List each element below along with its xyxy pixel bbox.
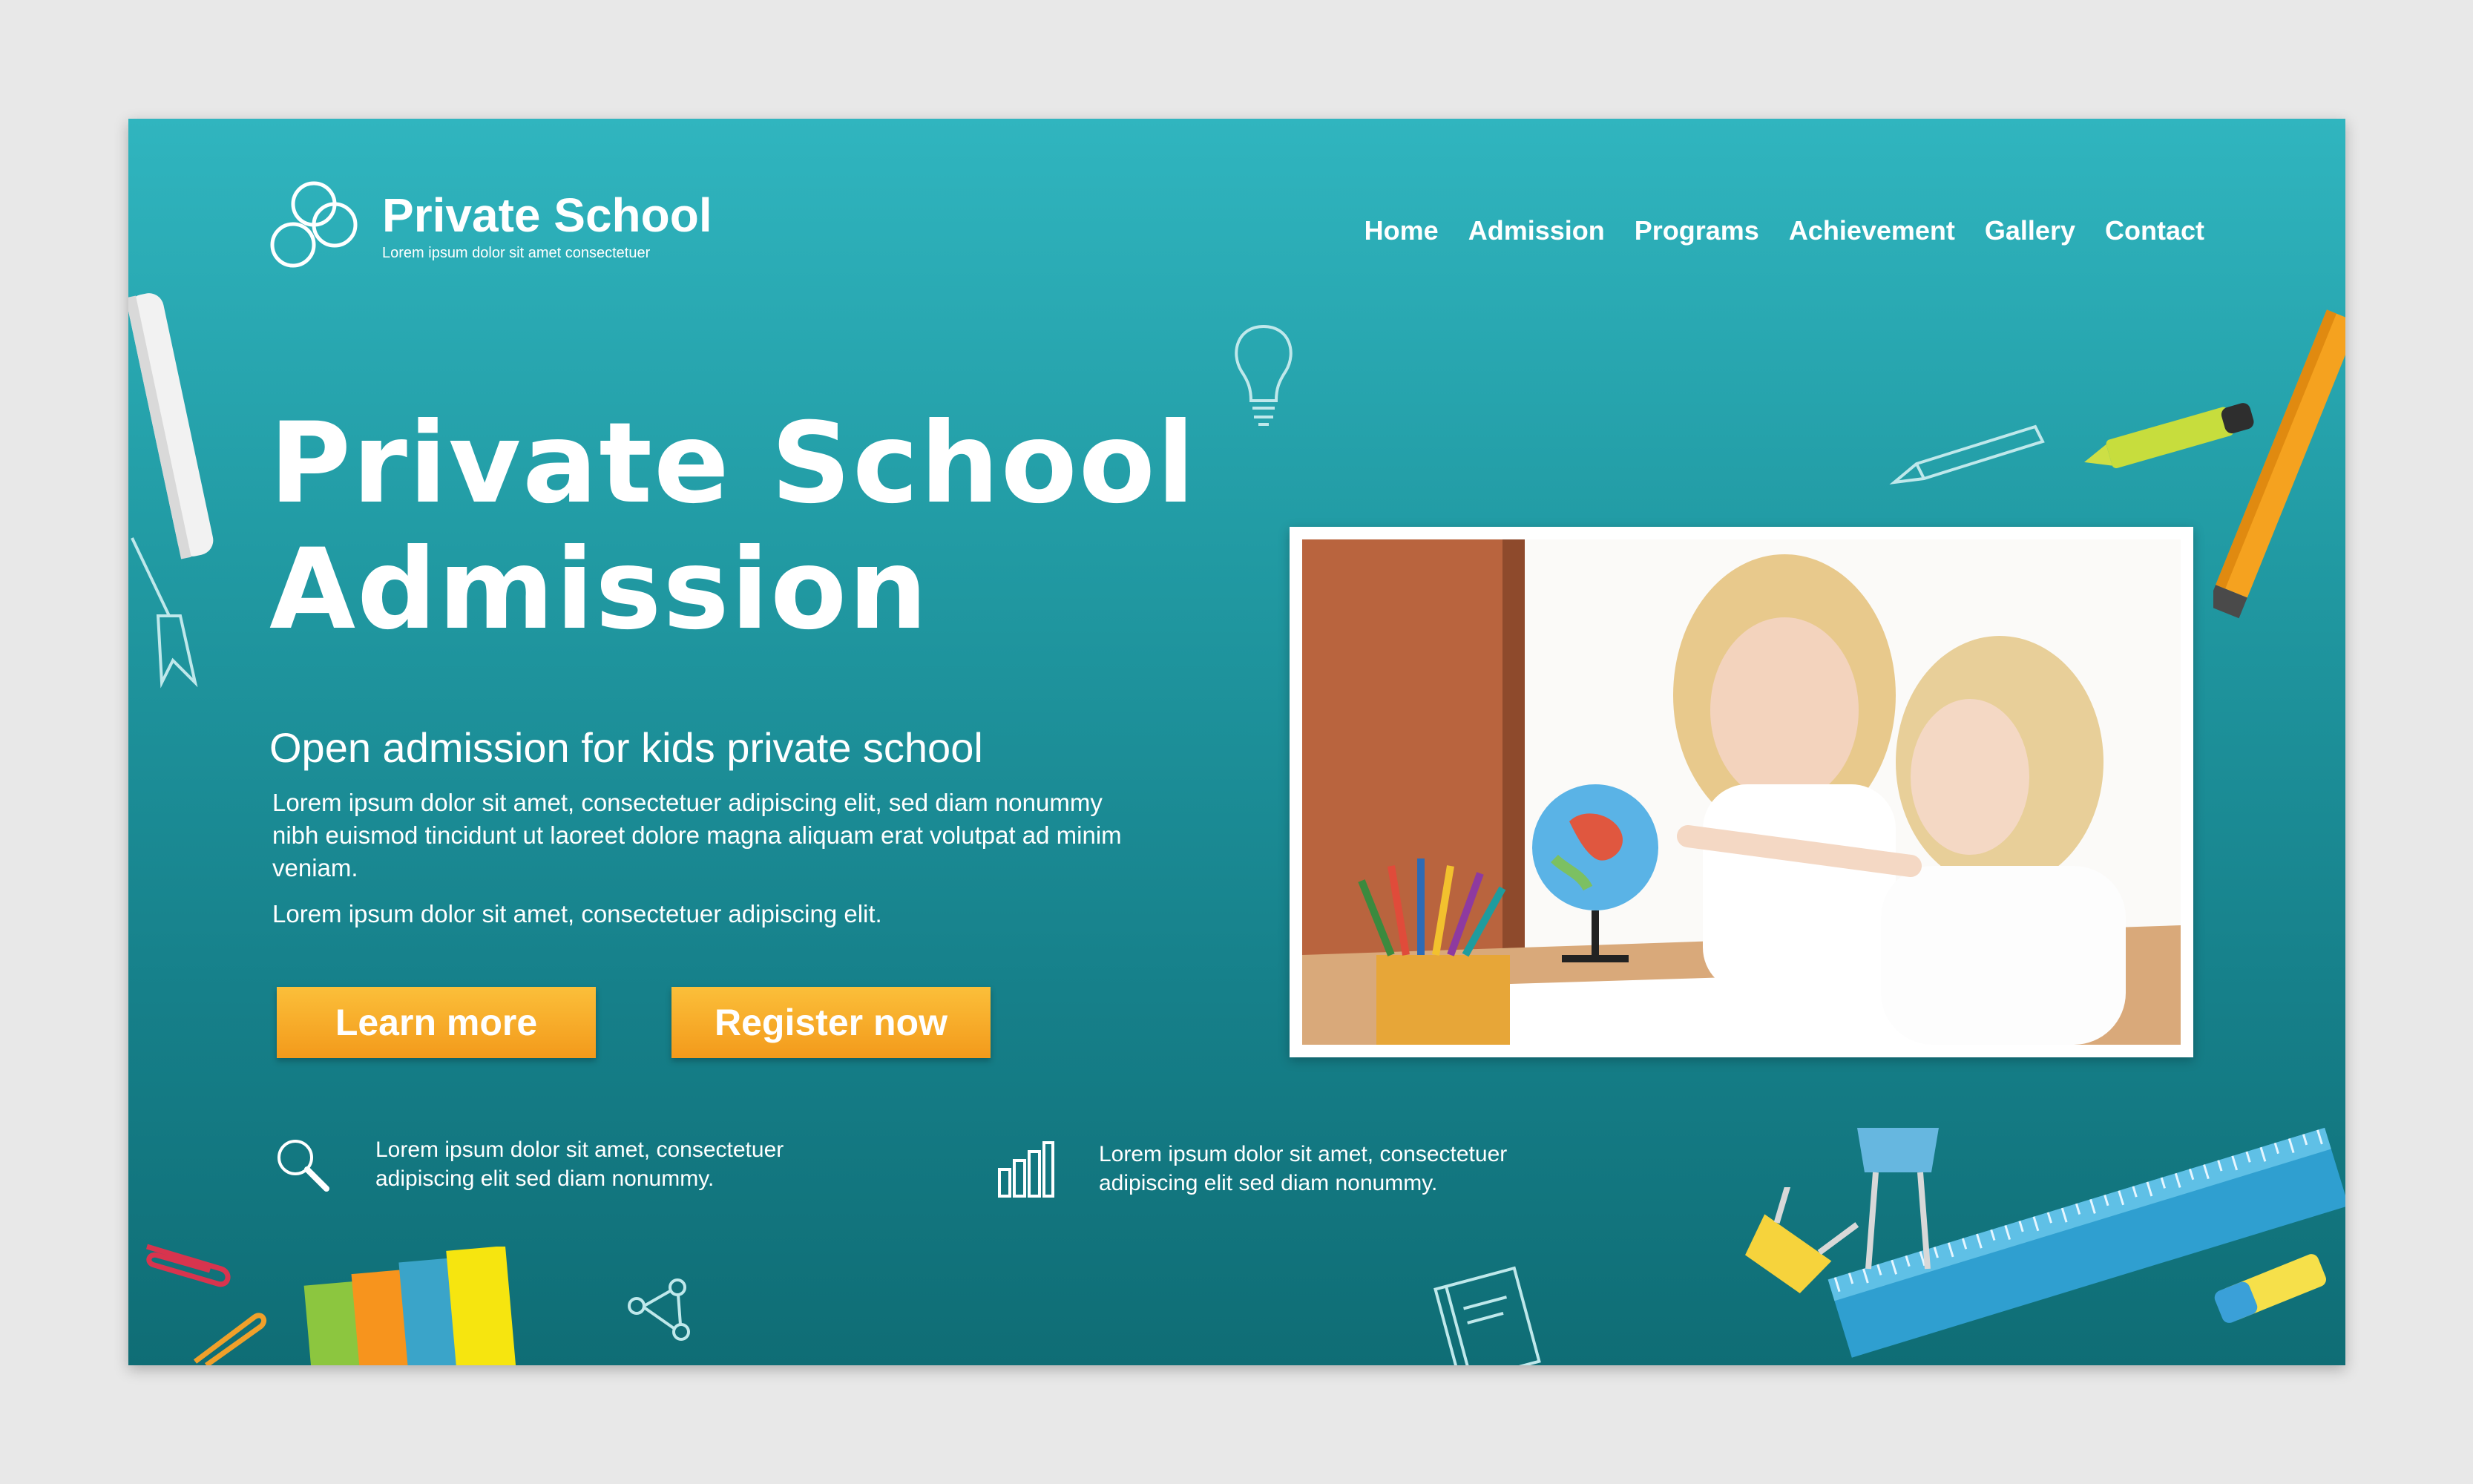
- highlighter-yellow-icon: [2214, 1254, 2326, 1323]
- binder-clip-blue-icon: [1857, 1128, 1939, 1270]
- feature-text: Lorem ipsum dolor sit amet, consectetuer…: [375, 1137, 784, 1191]
- nav-admission[interactable]: Admission: [1468, 215, 1605, 246]
- logo-subtitle: Lorem ipsum dolor sit amet consectetuer: [382, 244, 651, 261]
- feature-item: Lorem ipsum dolor sit amet, consectetuer…: [273, 1135, 873, 1195]
- logo-title: Private School: [382, 188, 712, 242]
- paperclip-red-icon: [145, 1244, 231, 1287]
- search-icon: [277, 1140, 329, 1192]
- nav-home[interactable]: Home: [1364, 215, 1439, 246]
- pencil-sketch-icon: [1889, 424, 2045, 485]
- sticky-notes-icon: [303, 1247, 516, 1365]
- logo[interactable]: Private School Lorem ipsum dolor sit ame…: [262, 174, 712, 278]
- register-now-button[interactable]: Register now: [671, 987, 991, 1058]
- hero-body-text-2: Lorem ipsum dolor sit amet, consectetuer…: [272, 900, 882, 928]
- molecule-sketch-icon: [628, 1278, 690, 1341]
- nav-achievement[interactable]: Achievement: [1789, 215, 1955, 246]
- rings-logo-icon: [270, 181, 358, 268]
- hero-photo: [1290, 527, 2193, 1057]
- nav-programs[interactable]: Programs: [1635, 215, 1759, 246]
- landing-page: Private School Lorem ipsum dolor sit ame…: [128, 119, 2345, 1365]
- book-sketch-icon: [1433, 1266, 1541, 1365]
- students-globe-photo: [1302, 539, 2181, 1045]
- hero-title: Private School Admission: [269, 399, 1197, 654]
- chalk-icon: [128, 293, 214, 559]
- orange-pencil-icon: [2213, 309, 2345, 619]
- feature-text: Lorem ipsum dolor sit amet, consectetuer…: [1099, 1142, 1508, 1195]
- nav-contact[interactable]: Contact: [2105, 215, 2204, 246]
- hero-body-text: Lorem ipsum dolor sit amet, consectetuer…: [272, 789, 1122, 881]
- hero-subtitle: Open admission for kids private school: [269, 724, 983, 771]
- learn-more-button[interactable]: Learn more: [277, 987, 596, 1058]
- bar-chart-icon: [998, 1141, 1054, 1198]
- lightbulb-sketch-icon: [1235, 324, 1293, 426]
- main-nav: Home Admission Programs Achievement Gall…: [1364, 215, 2204, 246]
- nav-gallery[interactable]: Gallery: [1985, 215, 2075, 246]
- brush-sketch-icon: [131, 537, 198, 689]
- feature-item: Lorem ipsum dolor sit amet, consectetuer…: [996, 1140, 1596, 1199]
- paperclip-orange-icon: [193, 1313, 266, 1365]
